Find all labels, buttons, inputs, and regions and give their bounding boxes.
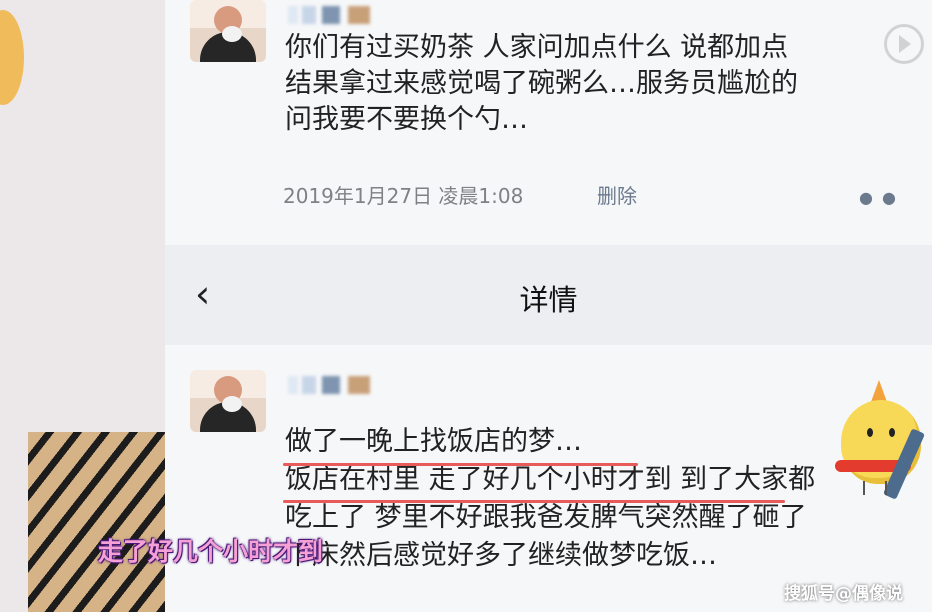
post-line: 饭店在村里 走了好几个小时才到 到了大家都 (285, 464, 816, 495)
post-line: 结果拿过来感觉喝了碗粥么…服务员尴尬的 (285, 68, 798, 99)
username-blurred (288, 0, 398, 24)
post-text: 你们有过买奶茶 人家问加点什么 说都加点 结果拿过来感觉喝了碗粥么…服务员尴尬的… (285, 30, 925, 138)
delete-link[interactable]: 删除 (597, 180, 637, 209)
sketch-illustration (28, 432, 165, 612)
post-line: 做了一晚上找饭店的梦… (285, 426, 582, 457)
video-caption: 走了好几个小时才到 (98, 537, 324, 566)
post-line: 问我要不要换个勺… (285, 104, 528, 135)
detail-nav-bar: ‹ 详情 (165, 245, 932, 345)
page-title: 详情 (519, 283, 578, 317)
left-background (0, 0, 165, 612)
post-line: 你们有过买奶茶 人家问加点什么 说都加点 (285, 32, 789, 63)
post-card-top: 你们有过买奶茶 人家问加点什么 说都加点 结果拿过来感觉喝了碗粥么…服务员尴尬的… (165, 0, 932, 245)
play-watermark-icon (884, 24, 924, 64)
username-blurred (288, 370, 398, 394)
avatar[interactable] (190, 370, 266, 432)
post-line: 吃上了 梦里不好跟我爸发脾气突然醒了砸了 (285, 502, 807, 533)
post-line: 下床然后感觉好多了继续做梦吃饭… (285, 540, 717, 571)
phone-screen: 你们有过买奶茶 人家问加点什么 说都加点 结果拿过来感觉喝了碗粥么…服务员尴尬的… (165, 0, 932, 612)
more-options-icon[interactable]: ● ● (859, 188, 898, 207)
highlight-underline (283, 500, 785, 503)
decorative-blob (0, 10, 24, 105)
source-watermark: 搜狐号@偶像说 (784, 584, 903, 604)
avatar[interactable] (190, 0, 266, 62)
highlight-underline (283, 463, 638, 466)
post-card-bottom: 做了一晚上找饭店的梦… 饭店在村里 走了好几个小时才到 到了大家都 吃上了 梦里… (165, 345, 932, 612)
mascot-sticker (835, 378, 932, 503)
post-timestamp: 2019年1月27日 凌晨1:08 (283, 184, 524, 208)
post-text: 做了一晚上找饭店的梦… 饭店在村里 走了好几个小时才到 到了大家都 吃上了 梦里… (285, 423, 925, 575)
